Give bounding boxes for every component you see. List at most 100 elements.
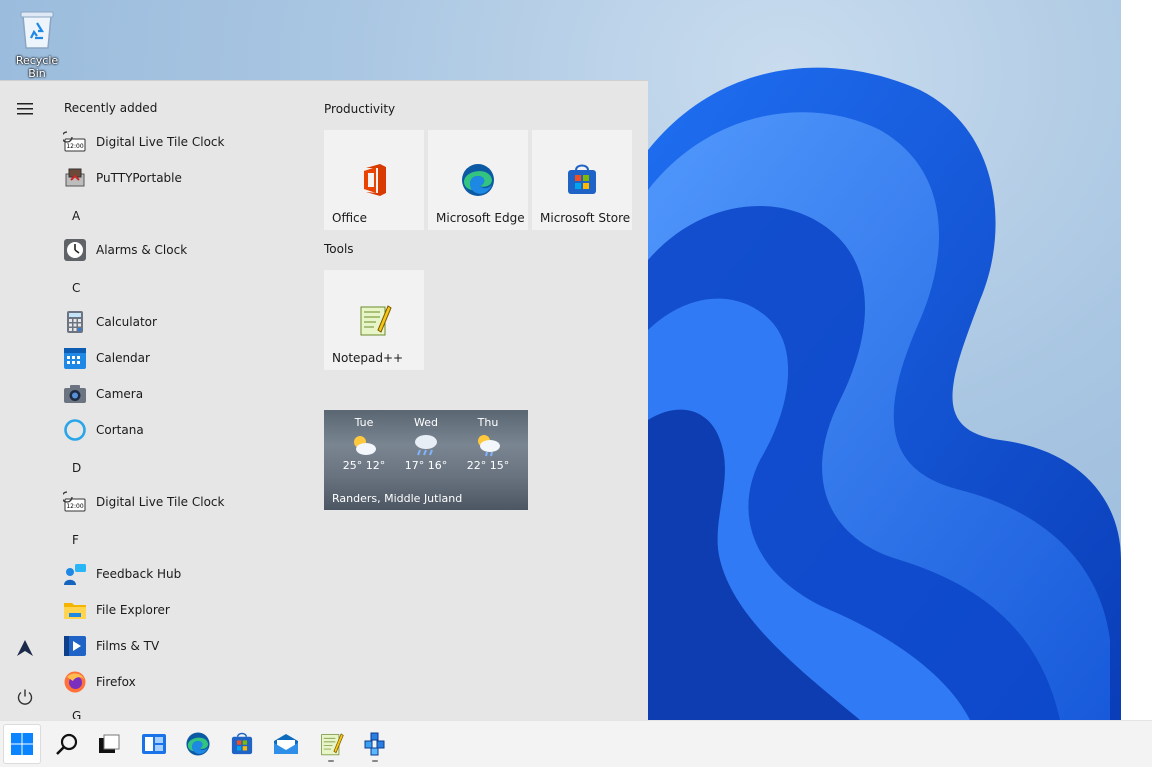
app-name: Feedback Hub [96,567,182,581]
list-item[interactable]: PuTTYPortable [62,162,292,194]
menu-button[interactable] [13,97,37,121]
letter-header-g[interactable]: G [72,709,81,719]
putty-icon [62,165,88,191]
config-taskbar-button[interactable] [356,724,394,764]
arrow-user-icon [17,640,33,656]
app-name: Camera [96,387,144,401]
store-icon [231,732,253,755]
office-icon [364,164,386,196]
rain-icon [415,435,437,456]
sun-showers-icon [478,435,500,457]
notepadpp-icon [360,305,392,336]
films-tv-icon [62,633,88,659]
gears-app-icon [364,732,385,756]
tile-microsoft-edge[interactable]: Microsoft Edge [428,130,528,230]
app-name: Calculator [96,315,157,329]
camera-icon [62,381,88,407]
app-name: Digital Live Tile Clock [96,135,225,149]
store-icon [568,164,596,194]
start-button[interactable] [3,724,41,764]
weather-temps: 17° 16° [404,459,448,472]
list-item[interactable]: Alarms & Clock [62,234,292,266]
screen-edge [1121,0,1152,720]
tile-notepadpp[interactable]: Notepad++ [324,270,424,370]
edge-taskbar-button[interactable] [179,724,217,764]
svg-text:12:00: 12:00 [66,143,83,150]
weather-temps: 25° 12° [342,459,386,472]
task-view-button[interactable] [90,724,128,764]
running-indicator [328,760,334,762]
weather-temps: 22° 15° [466,459,510,472]
weather-day: Wed 17° 16° [396,416,456,472]
app-name: Calendar [96,351,150,365]
app-name: File Explorer [96,603,170,617]
recycle-bin-icon [20,11,54,49]
list-item[interactable]: Calendar [62,342,292,374]
start-menu-rail [0,81,50,721]
list-item[interactable]: Calculator [62,306,292,338]
power-icon [17,689,33,705]
tile-microsoft-store[interactable]: Microsoft Store [532,130,632,230]
letter-header-a[interactable]: A [72,209,80,223]
partly-sunny-icon [354,436,376,455]
windows-start-icon [11,733,33,755]
user-button[interactable] [13,636,37,660]
power-button[interactable] [13,685,37,709]
taskbar [0,720,1152,767]
app-name: Alarms & Clock [96,243,188,257]
weather-tile[interactable]: Tue 25° 12° Wed 17° 16° Thu 22° 15° Rand… [324,410,528,510]
group-title-productivity[interactable]: Productivity [324,102,395,116]
letter-header-c[interactable]: C [72,281,80,295]
store-taskbar-button[interactable] [223,724,261,764]
letter-header-d[interactable]: D [72,461,81,475]
app-name: PuTTYPortable [96,171,182,185]
calculator-icon [62,309,88,335]
list-item[interactable]: File Explorer [62,594,292,626]
list-item[interactable]: Camera [62,378,292,410]
task-view-icon [99,734,120,753]
start-menu: Recently added 12:00 Digital Live Tile C… [0,80,648,721]
feedback-hub-icon [62,561,88,587]
mail-taskbar-button[interactable] [267,724,305,764]
digital-clock-icon: 12:00 [62,129,88,155]
app-name: Films & TV [96,639,160,653]
tile-label: Office [332,211,368,225]
app-name: Digital Live Tile Clock [96,495,225,509]
list-item[interactable]: Feedback Hub [62,558,292,590]
weather-day-name: Wed [414,416,438,429]
group-title-tools[interactable]: Tools [324,242,354,256]
firefox-icon [62,669,88,695]
app-name: Firefox [96,675,136,689]
widgets-icon [142,734,166,754]
list-item[interactable]: Firefox [62,666,292,698]
weather-day-name: Tue [354,416,374,429]
tile-label: Notepad++ [332,351,404,365]
recycle-bin-desktop-icon[interactable]: Recycle Bin [6,8,68,80]
widgets-button[interactable] [135,724,173,764]
letter-header-f[interactable]: F [72,533,79,547]
calendar-icon [62,345,88,371]
tile-office[interactable]: Office [324,130,424,230]
tile-label: Microsoft Edge [436,211,525,225]
mail-icon [274,734,298,754]
search-icon [56,733,78,755]
list-item[interactable]: 12:00 Digital Live Tile Clock [62,126,292,158]
edge-icon [186,732,210,756]
digital-clock-icon: 12:00 [62,489,88,515]
list-item[interactable]: Films & TV [62,630,292,662]
weather-day: Thu 22° 15° [458,416,518,472]
edge-icon [462,164,494,196]
app-list: Recently added 12:00 Digital Live Tile C… [50,81,300,721]
notepadpp-icon [321,733,344,756]
list-item[interactable]: 12:00 Digital Live Tile Clock [62,486,292,518]
alarm-clock-icon [62,237,88,263]
search-button[interactable] [48,724,86,764]
list-item[interactable]: Cortana [62,414,292,446]
weather-day-name: Thu [477,416,499,429]
weather-location: Randers, Middle Jutland [332,492,463,505]
app-name: Cortana [96,423,144,437]
notepadpp-taskbar-button[interactable] [312,724,350,764]
file-explorer-icon [62,597,88,623]
tiles-area: Productivity Office Microsoft Edge Micro… [323,81,643,721]
weather-day: Tue 25° 12° [334,416,394,472]
